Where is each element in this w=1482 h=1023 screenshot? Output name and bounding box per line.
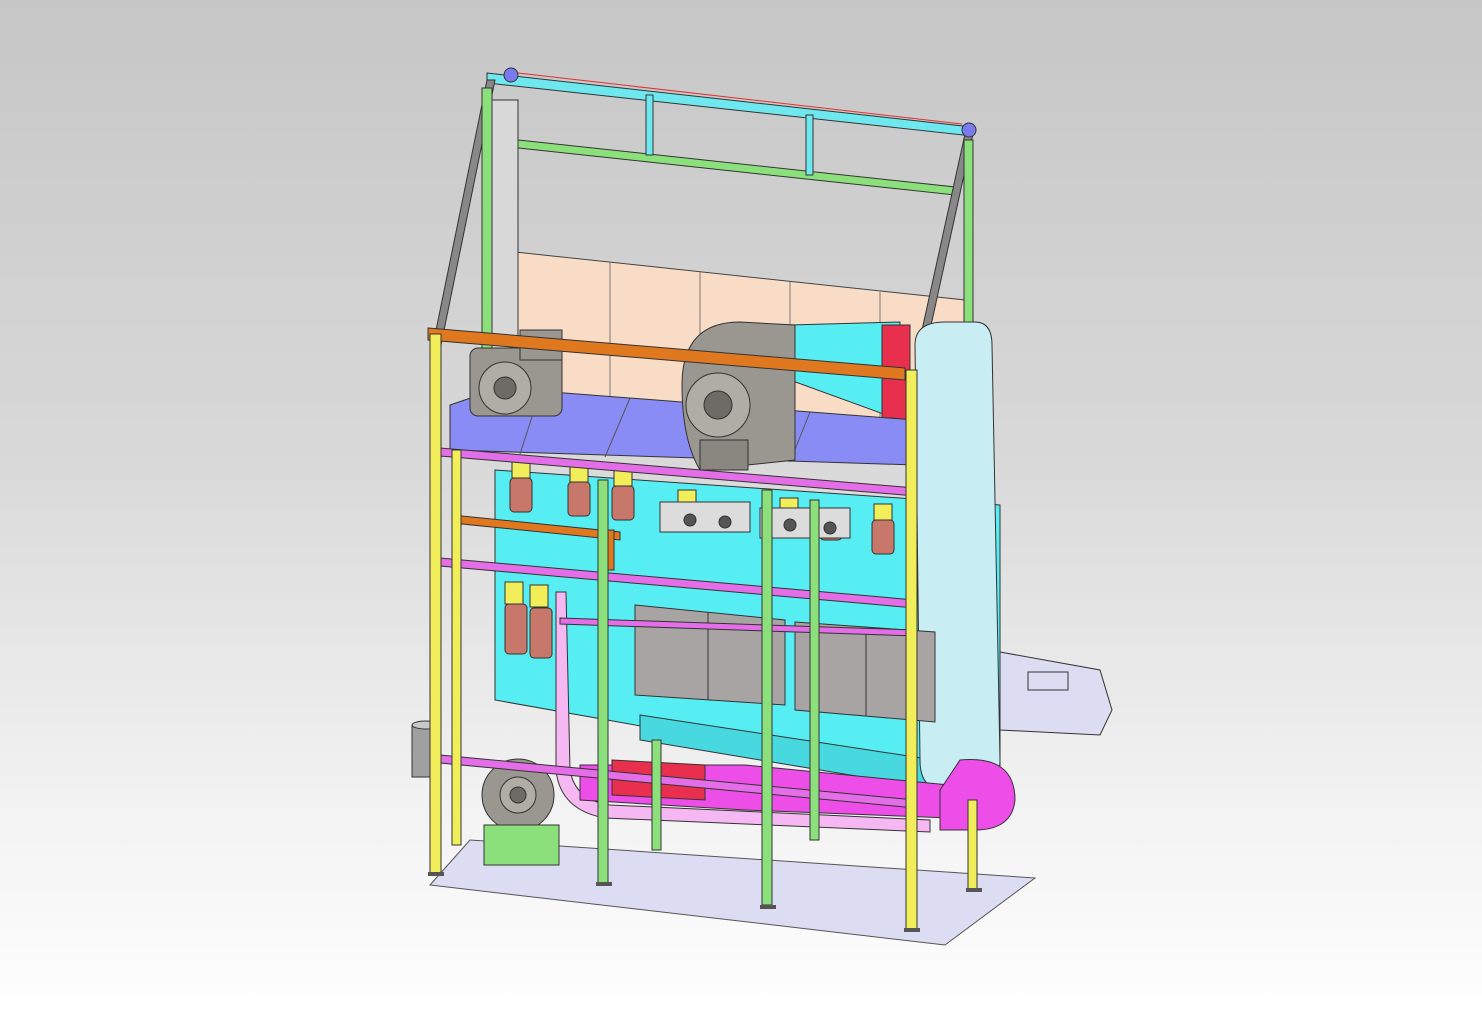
top-fan-center [681,321,796,471]
bottom-fan [481,758,560,866]
machine-3d-model[interactable] [0,0,1482,1023]
side-conveyor [999,651,1113,736]
pulley-right [961,122,977,138]
pulley-left [503,67,519,83]
cad-viewport[interactable] [0,0,1482,1023]
